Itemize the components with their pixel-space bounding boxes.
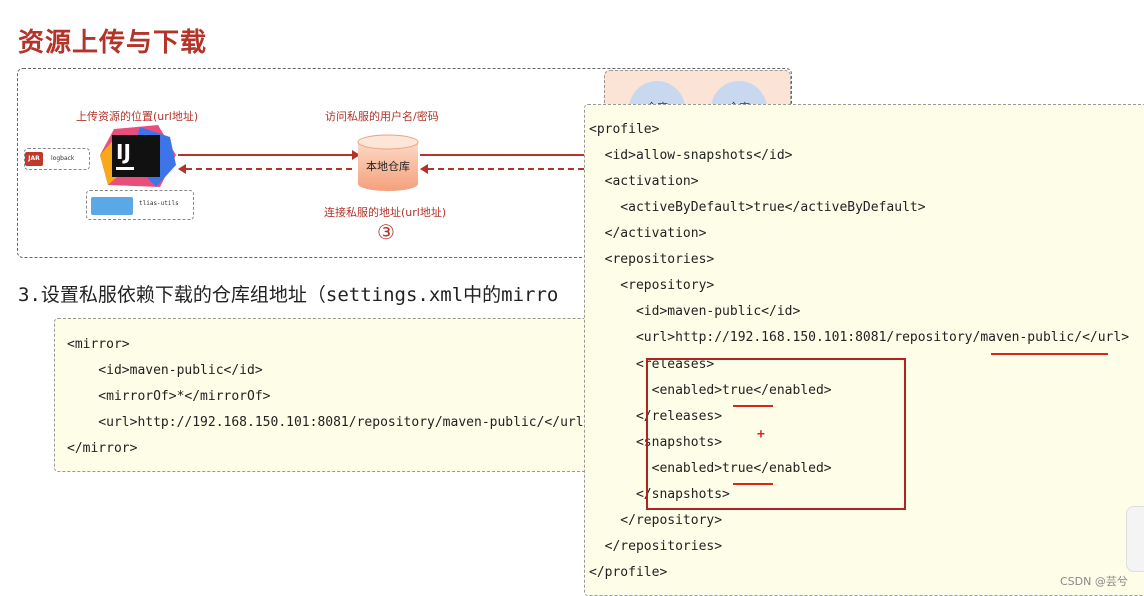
step-number-circled: ③ xyxy=(377,220,395,244)
code-line: <id>maven-public</id> xyxy=(589,304,801,319)
plus-annotation: + xyxy=(757,427,765,442)
snapshots-true-underline xyxy=(733,483,773,485)
step3-heading: 3.设置私服依赖下载的仓库组地址（settings.xml中的mirro xyxy=(18,284,559,306)
releases-snapshots-highlight xyxy=(646,358,906,510)
watermark: CSDN @芸兮 xyxy=(1060,575,1128,588)
code-line: <mirror> xyxy=(67,337,130,352)
code-line: <profile> xyxy=(589,122,660,137)
code-line: <repositories> xyxy=(589,252,715,267)
local-repo-db: 本地仓库 xyxy=(357,134,419,192)
releases-true-underline xyxy=(733,405,773,407)
code-line: <id>allow-snapshots</id> xyxy=(589,148,793,163)
code-line: <mirrorOf>*</mirrorOf> xyxy=(67,389,271,404)
code-line: <activeByDefault>true</activeByDefault> xyxy=(589,200,926,215)
code-line: </activation> xyxy=(589,226,707,241)
side-panel-tab[interactable] xyxy=(1126,506,1144,572)
url-underline xyxy=(991,353,1108,355)
code-line: <url>http://192.168.150.101:8081/reposit… xyxy=(67,415,592,430)
code-line: <repository> xyxy=(589,278,715,293)
code-line: </repositories> xyxy=(589,539,723,554)
code-line: </mirror> xyxy=(67,441,138,456)
code-line: <url>http://192.168.150.101:8081/reposit… xyxy=(589,330,1130,345)
code-line: </repository> xyxy=(589,513,723,528)
mirror-config-code: <mirror> <id>maven-public</id> <mirrorOf… xyxy=(54,318,596,472)
code-line: </profile> xyxy=(589,565,668,580)
code-line: <id>maven-public</id> xyxy=(67,363,263,378)
local-repo-label: 本地仓库 xyxy=(366,160,410,173)
profile-config-code: <profile> <id>allow-snapshots</id> <acti… xyxy=(584,104,1144,596)
code-line: <activation> xyxy=(589,174,699,189)
